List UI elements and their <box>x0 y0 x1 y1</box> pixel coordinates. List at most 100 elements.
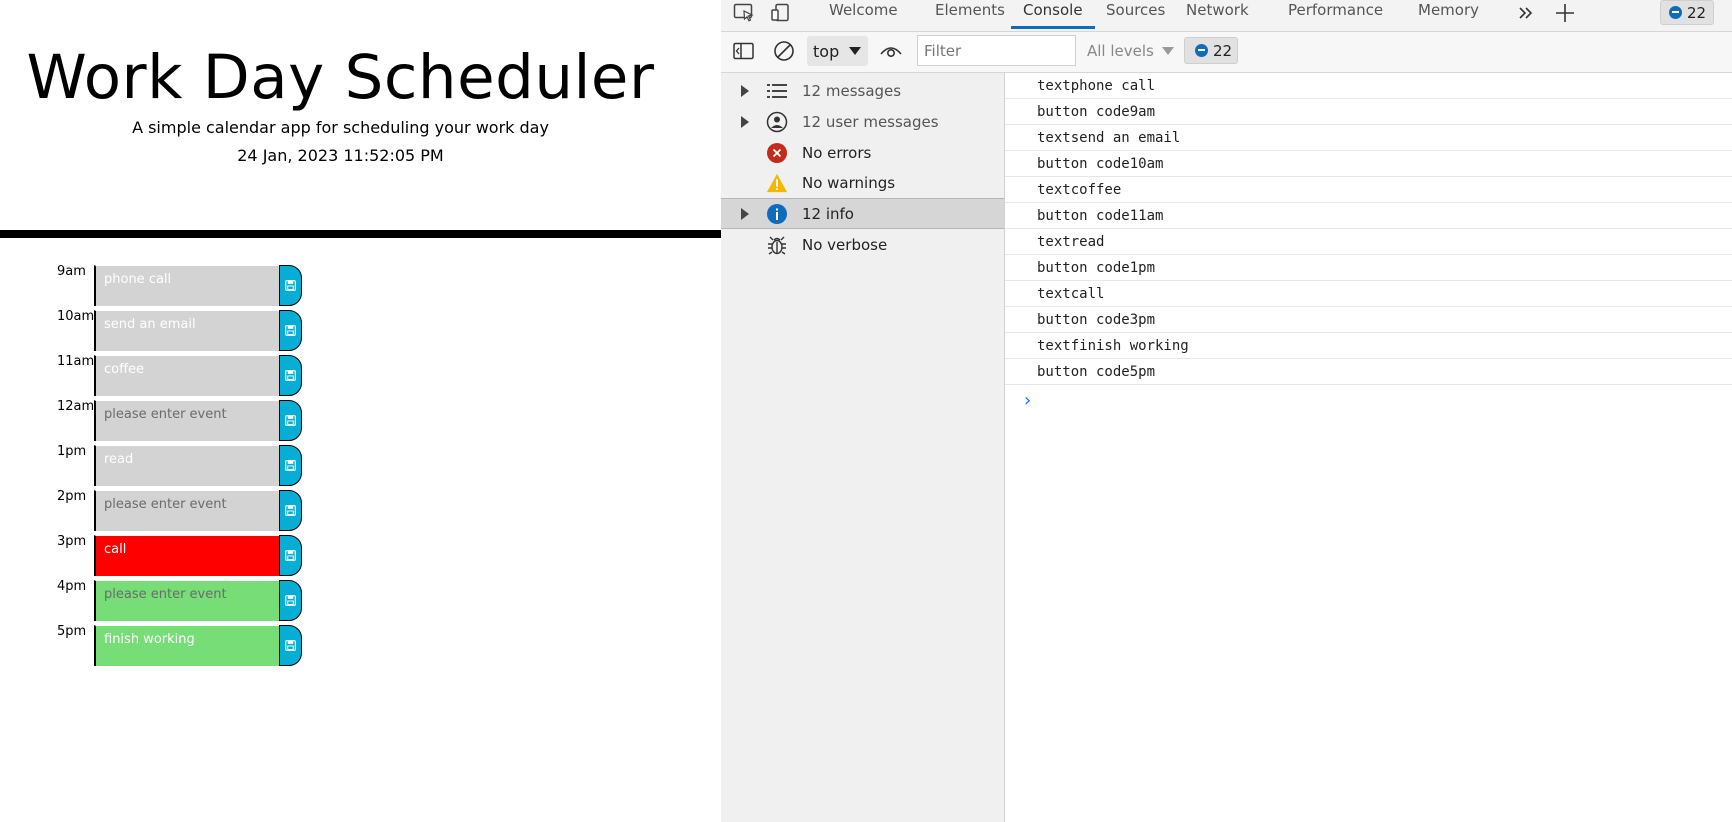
console-message: button code10am <box>1005 151 1732 177</box>
console-sidebar: 12 messages 12 user messages No errors No w… <box>721 73 1005 822</box>
clear-console-icon[interactable] <box>773 40 795 62</box>
sidebar-item-no-warnings[interactable]: No warnings <box>721 167 1004 198</box>
console-message: textfinish working <box>1005 333 1732 359</box>
toggle-sidebar-icon[interactable] <box>733 41 755 61</box>
devtools-tabbar: Welcome Elements Console Sources Network… <box>721 0 1732 32</box>
tab-sources[interactable]: Sources <box>1106 0 1165 31</box>
event-textarea[interactable]: finish working <box>94 625 280 666</box>
tab-performance[interactable]: Performance <box>1288 0 1383 31</box>
log-levels-dropdown[interactable]: All levels <box>1087 42 1174 60</box>
hour-label: 5pm <box>57 624 87 639</box>
hour-label: 4pm <box>57 579 87 594</box>
log-levels-label: All levels <box>1087 42 1154 60</box>
sidebar-item-12-info[interactable]: 12 info <box>721 198 1004 229</box>
save-button[interactable] <box>279 445 302 486</box>
issues-count: 22 <box>1687 3 1707 22</box>
save-icon <box>285 640 296 651</box>
time-block: 4pm please enter event <box>0 579 400 624</box>
sidebar-item-label: No warnings <box>802 173 896 192</box>
hour-label: 9am <box>57 264 86 279</box>
console-message: button code11am <box>1005 203 1732 229</box>
chevron-down-icon <box>849 47 862 55</box>
console-message: textsend an email <box>1005 125 1732 151</box>
hour-label: 1pm <box>57 444 87 459</box>
console-prompt[interactable]: › <box>1022 390 1033 411</box>
bug-icon <box>766 234 788 256</box>
hour-label: 2pm <box>57 489 87 504</box>
hour-label: 12am <box>57 399 95 414</box>
expand-arrow-icon[interactable] <box>741 207 749 220</box>
add-tab-icon[interactable] <box>1553 2 1577 24</box>
time-block-list: 9am phone call 10am send an email 11am coffee… <box>0 264 400 669</box>
console-message: textphone call <box>1005 73 1732 99</box>
event-textarea[interactable]: phone call <box>94 265 280 306</box>
save-icon <box>285 550 296 561</box>
chevron-down-icon <box>1161 47 1174 55</box>
tab-memory[interactable]: Memory <box>1418 0 1479 31</box>
sidebar-item-12-messages[interactable]: 12 messages <box>721 75 1004 106</box>
page-subtitle: A simple calendar app for scheduling you… <box>132 118 549 137</box>
context-value: top <box>813 41 840 61</box>
info-icon <box>766 203 788 225</box>
console-issues-badge[interactable]: 22 <box>1184 37 1238 64</box>
console-message: button code1pm <box>1005 255 1732 281</box>
save-button[interactable] <box>279 310 302 351</box>
issues-badge[interactable]: 22 <box>1660 0 1714 25</box>
time-block: 3pm call <box>0 534 400 579</box>
tab-console[interactable]: Console <box>1011 0 1095 31</box>
time-block: 11am coffee <box>0 354 400 399</box>
console-message: button code9am <box>1005 99 1732 125</box>
hour-label: 11am <box>57 354 95 369</box>
more-tabs-icon[interactable] <box>1514 2 1538 24</box>
warning-icon <box>766 172 788 194</box>
save-button[interactable] <box>279 355 302 396</box>
inspect-element-icon[interactable] <box>732 2 756 24</box>
hour-label: 3pm <box>57 534 87 549</box>
time-block: 5pm finish working <box>0 624 400 669</box>
device-emulation-icon[interactable] <box>769 2 793 24</box>
save-icon <box>285 505 296 516</box>
event-textarea[interactable]: please enter event <box>94 490 280 531</box>
sidebar-item-label: 12 info <box>802 204 854 223</box>
user-icon <box>766 111 788 133</box>
context-selector[interactable]: top <box>807 36 868 66</box>
error-icon <box>766 142 788 164</box>
event-textarea[interactable]: send an email <box>94 310 280 351</box>
save-button[interactable] <box>279 580 302 621</box>
list-icon <box>766 80 788 102</box>
event-textarea[interactable]: call <box>94 535 280 576</box>
console-output: › textphone call button code9am textsend a… <box>1005 73 1732 822</box>
save-button[interactable] <box>279 400 302 441</box>
expand-arrow-icon[interactable] <box>741 115 749 128</box>
tab-elements[interactable]: Elements <box>935 0 1005 31</box>
save-button[interactable] <box>279 625 302 666</box>
tab-welcome[interactable]: Welcome <box>829 0 898 31</box>
sidebar-item-12-user-messages[interactable]: 12 user messages <box>721 106 1004 137</box>
sidebar-item-no-verbose[interactable]: No verbose <box>721 229 1004 260</box>
save-button[interactable] <box>279 265 302 306</box>
scheduler-header: Work Day Scheduler A simple calendar app… <box>0 0 681 165</box>
console-message: textread <box>1005 229 1732 255</box>
event-textarea[interactable]: coffee <box>94 355 280 396</box>
filter-input[interactable] <box>917 35 1076 66</box>
sidebar-item-label: No errors <box>802 143 872 162</box>
sidebar-item-no-errors[interactable]: No errors <box>721 137 1004 168</box>
tab-network[interactable]: Network <box>1186 0 1249 31</box>
event-textarea[interactable]: please enter event <box>94 580 280 621</box>
event-textarea[interactable]: please enter event <box>94 400 280 441</box>
sidebar-item-label: 12 messages <box>802 81 902 100</box>
live-expression-eye-icon[interactable] <box>879 40 903 62</box>
save-button[interactable] <box>279 490 302 531</box>
console-issues-count: 22 <box>1213 41 1233 60</box>
save-icon <box>285 370 296 381</box>
expand-arrow-icon[interactable] <box>741 84 749 97</box>
console-message: textcoffee <box>1005 177 1732 203</box>
sidebar-item-label: 12 user messages <box>802 112 939 131</box>
message-icon <box>1195 44 1208 57</box>
save-icon <box>285 325 296 336</box>
scheduler-page: Work Day Scheduler A simple calendar app… <box>0 0 721 822</box>
time-block: 9am phone call <box>0 264 400 309</box>
event-textarea[interactable]: read <box>94 445 280 486</box>
console-message: button code5pm <box>1005 359 1732 385</box>
save-button[interactable] <box>279 535 302 576</box>
